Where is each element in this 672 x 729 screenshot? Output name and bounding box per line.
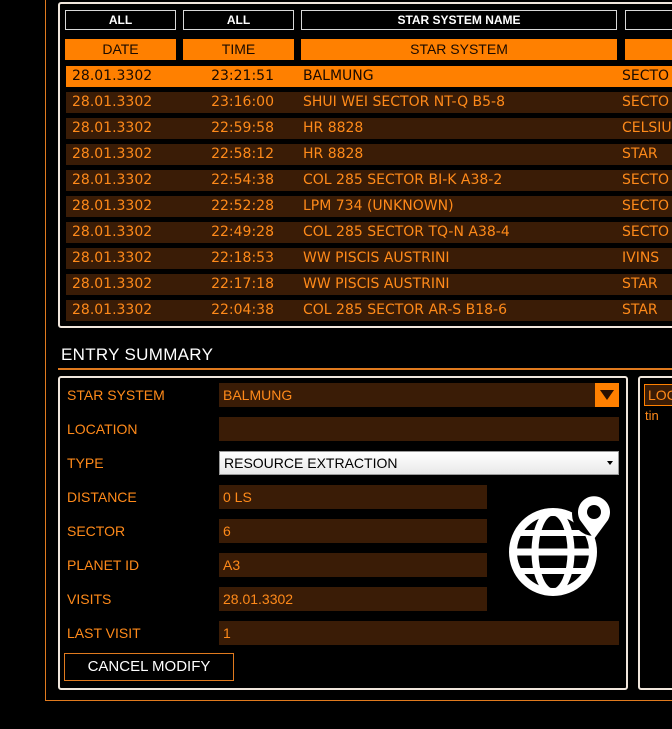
table-row[interactable]: 28.01.3302 22:54:38 COL 285 SECTOR BI-K A3… bbox=[66, 170, 672, 191]
table-row[interactable]: 28.01.3302 22:52:28 LPM 734 (UNKNOWN) SECTO bbox=[66, 196, 672, 217]
row-date: 28.01.3302 bbox=[72, 224, 153, 240]
type-label: TYPE bbox=[67, 455, 104, 471]
star-system-value: BALMUNG bbox=[223, 387, 293, 403]
location-label: LOCATION bbox=[67, 421, 138, 437]
select-caret-icon bbox=[607, 461, 613, 465]
column-header-date[interactable]: DATE bbox=[65, 39, 176, 60]
row-date: 28.01.3302 bbox=[72, 276, 153, 292]
row-star-system: HR 8828 bbox=[303, 120, 364, 136]
side-panel-tab[interactable]: LOC bbox=[644, 384, 672, 406]
entry-summary-title: ENTRY SUMMARY bbox=[61, 345, 214, 364]
visits-label: VISITS bbox=[67, 591, 112, 607]
row-star-system: COL 285 SECTOR BI-K A38-2 bbox=[303, 172, 503, 188]
row-star-system: COL 285 SECTOR TQ-N A38-4 bbox=[303, 224, 510, 240]
row-time: 23:21:51 bbox=[211, 68, 274, 84]
chevron-down-icon[interactable] bbox=[595, 383, 619, 407]
row-location: IVINS bbox=[622, 250, 660, 266]
row-time: 22:59:58 bbox=[211, 120, 274, 136]
row-time: 22:54:38 bbox=[211, 172, 274, 188]
row-time: 22:58:12 bbox=[211, 146, 274, 162]
row-location: SECTO bbox=[622, 224, 670, 240]
row-time: 22:49:28 bbox=[211, 224, 274, 240]
sector-field[interactable]: 6 bbox=[219, 519, 487, 543]
location-filter[interactable] bbox=[625, 10, 672, 30]
row-date: 28.01.3302 bbox=[72, 68, 153, 84]
sector-label: SECTOR bbox=[67, 523, 126, 539]
type-select[interactable]: RESOURCE EXTRACTION bbox=[219, 451, 619, 475]
log-panel: ALL ALL STAR SYSTEM NAME DATE TIME STAR … bbox=[58, 2, 672, 328]
last-visit-field[interactable]: 1 bbox=[219, 621, 619, 645]
column-header-location[interactable] bbox=[625, 39, 672, 60]
row-location: SECTO bbox=[622, 198, 670, 214]
distance-field[interactable]: 0 LS bbox=[219, 485, 487, 509]
row-date: 28.01.3302 bbox=[72, 120, 153, 136]
row-time: 22:17:18 bbox=[211, 276, 274, 292]
row-location: STAR bbox=[622, 146, 658, 162]
row-star-system: COL 285 SECTOR AR-S B18-6 bbox=[303, 302, 507, 318]
table-row[interactable]: 28.01.3302 22:17:18 WW PISCIS AUSTRINI STAR bbox=[66, 274, 672, 295]
column-header-star-system[interactable]: STAR SYSTEM bbox=[301, 39, 617, 60]
row-location: STAR bbox=[622, 276, 658, 292]
distance-label: DISTANCE bbox=[67, 489, 137, 505]
table-row[interactable]: 28.01.3302 23:21:51 BALMUNG SECTO bbox=[66, 66, 672, 87]
row-star-system: WW PISCIS AUSTRINI bbox=[303, 276, 450, 292]
row-location: CELSIU bbox=[622, 120, 672, 136]
row-date: 28.01.3302 bbox=[72, 172, 153, 188]
date-filter[interactable]: ALL bbox=[65, 10, 176, 30]
summary-divider bbox=[58, 368, 672, 370]
row-star-system: LPM 734 (UNKNOWN) bbox=[303, 198, 454, 214]
table-row[interactable]: 28.01.3302 22:04:38 COL 285 SECTOR AR-S B1… bbox=[66, 300, 672, 321]
time-filter[interactable]: ALL bbox=[183, 10, 294, 30]
globe-location-icon bbox=[509, 495, 615, 596]
star-system-filter[interactable]: STAR SYSTEM NAME bbox=[301, 10, 617, 30]
table-row[interactable]: 28.01.3302 22:18:53 WW PISCIS AUSTRINI IVIN… bbox=[66, 248, 672, 269]
row-date: 28.01.3302 bbox=[72, 302, 153, 318]
row-time: 23:16:00 bbox=[211, 94, 274, 110]
row-time: 22:04:38 bbox=[211, 302, 274, 318]
row-date: 28.01.3302 bbox=[72, 250, 153, 266]
column-header-time[interactable]: TIME bbox=[183, 39, 294, 60]
planet-id-label: PLANET ID bbox=[67, 557, 140, 573]
row-star-system: WW PISCIS AUSTRINI bbox=[303, 250, 450, 266]
row-star-system: BALMUNG bbox=[303, 68, 374, 84]
table-row[interactable]: 28.01.3302 23:16:00 SHUI WEI SECTOR NT-Q B… bbox=[66, 92, 672, 113]
row-star-system: SHUI WEI SECTOR NT-Q B5-8 bbox=[303, 94, 506, 110]
row-time: 22:52:28 bbox=[211, 198, 274, 214]
row-date: 28.01.3302 bbox=[72, 198, 153, 214]
planet-id-field[interactable]: A3 bbox=[219, 553, 487, 577]
row-location: STAR bbox=[622, 302, 658, 318]
last-visit-label: LAST VISIT bbox=[67, 625, 141, 641]
side-panel-text: tin bbox=[645, 408, 659, 423]
table-row[interactable]: 28.01.3302 22:49:28 COL 285 SECTOR TQ-N A3… bbox=[66, 222, 672, 243]
row-date: 28.01.3302 bbox=[72, 146, 153, 162]
row-time: 22:18:53 bbox=[211, 250, 274, 266]
side-panel: LOC tin bbox=[638, 376, 672, 690]
row-date: 28.01.3302 bbox=[72, 94, 153, 110]
location-field[interactable] bbox=[219, 417, 619, 441]
type-value: RESOURCE EXTRACTION bbox=[224, 455, 398, 471]
star-system-label: STAR SYSTEM bbox=[67, 387, 165, 403]
cancel-modify-button[interactable]: CANCEL MODIFY bbox=[64, 653, 234, 681]
row-location: SECTO bbox=[622, 68, 670, 84]
row-location: SECTO bbox=[622, 172, 670, 188]
table-row[interactable]: 28.01.3302 22:58:12 HR 8828 STAR bbox=[66, 144, 672, 165]
visits-field[interactable]: 28.01.3302 bbox=[219, 587, 487, 611]
star-system-dropdown[interactable]: BALMUNG bbox=[219, 383, 619, 407]
row-star-system: HR 8828 bbox=[303, 146, 364, 162]
table-row[interactable]: 28.01.3302 22:59:58 HR 8828 CELSIU bbox=[66, 118, 672, 139]
row-location: SECTO bbox=[622, 94, 670, 110]
